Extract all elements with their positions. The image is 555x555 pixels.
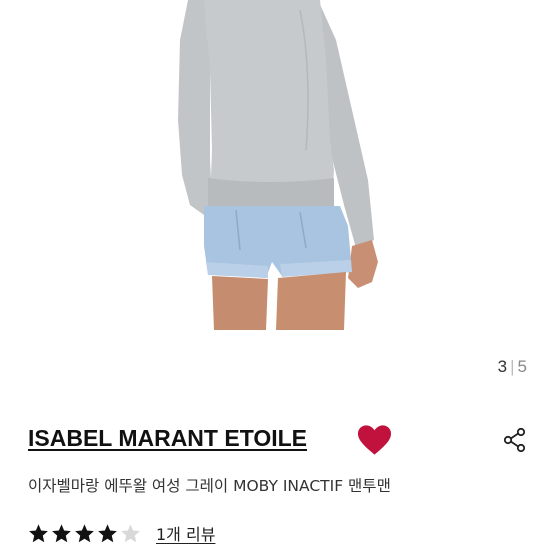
- pager-total: 5: [517, 357, 527, 376]
- star-filled-icon: [98, 523, 117, 542]
- star-empty-icon: [121, 523, 140, 542]
- product-photo-model-back-view: [178, 0, 378, 330]
- product-image[interactable]: [0, 0, 555, 350]
- brand-link[interactable]: ISABEL MARANT ETOILE: [28, 425, 307, 452]
- rating-row: 1개 리뷰: [28, 520, 215, 546]
- star-filled-icon: [75, 523, 94, 542]
- heart-icon[interactable]: [357, 424, 392, 456]
- brand-row: ISABEL MARANT ETOILE: [28, 424, 527, 458]
- share-icon[interactable]: [503, 427, 527, 453]
- star-rating: [28, 523, 143, 544]
- pager-separator: |: [510, 357, 515, 376]
- star-filled-icon: [52, 523, 71, 542]
- product-title: 이자벨마랑 에뚜왈 여성 그레이 MOBY INACTIF 맨투맨: [28, 477, 391, 495]
- image-pager: 3 | 5: [498, 357, 527, 377]
- star-filled-icon: [29, 523, 48, 542]
- pager-current: 3: [497, 357, 508, 376]
- review-link[interactable]: 1개 리뷰: [156, 521, 215, 545]
